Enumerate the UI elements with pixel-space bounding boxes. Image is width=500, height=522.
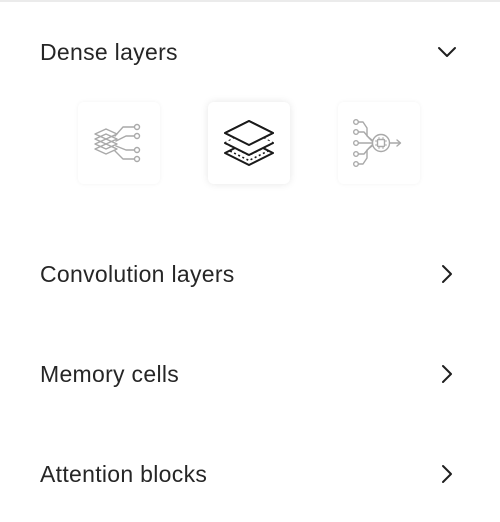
option-neural-chip[interactable]: [338, 102, 420, 184]
chevron-right-icon[interactable]: [436, 263, 458, 285]
option-stacked-layers[interactable]: [208, 102, 290, 184]
section-title: Memory cells: [40, 360, 180, 387]
neural-chip-icon: [353, 119, 402, 168]
section-memory-cells[interactable]: Memory cells: [0, 344, 500, 404]
stacked-layers-icon: [224, 120, 274, 166]
section-title: Dense layers: [40, 38, 178, 65]
section-title: Attention blocks: [40, 460, 208, 487]
chevron-right-icon[interactable]: [436, 463, 458, 485]
chevron-right-icon[interactable]: [436, 363, 458, 385]
section-convolution-layers[interactable]: Convolution layers: [0, 244, 500, 304]
section-attention-blocks[interactable]: Attention blocks: [0, 444, 500, 504]
section-dense-layers[interactable]: Dense layers: [0, 22, 500, 82]
option-layers-network[interactable]: [78, 102, 160, 184]
section-title: Convolution layers: [40, 260, 235, 287]
top-divider: [0, 0, 500, 2]
chevron-down-icon[interactable]: [436, 41, 458, 63]
dense-layer-options: [0, 100, 500, 186]
layers-network-icon: [94, 123, 141, 163]
